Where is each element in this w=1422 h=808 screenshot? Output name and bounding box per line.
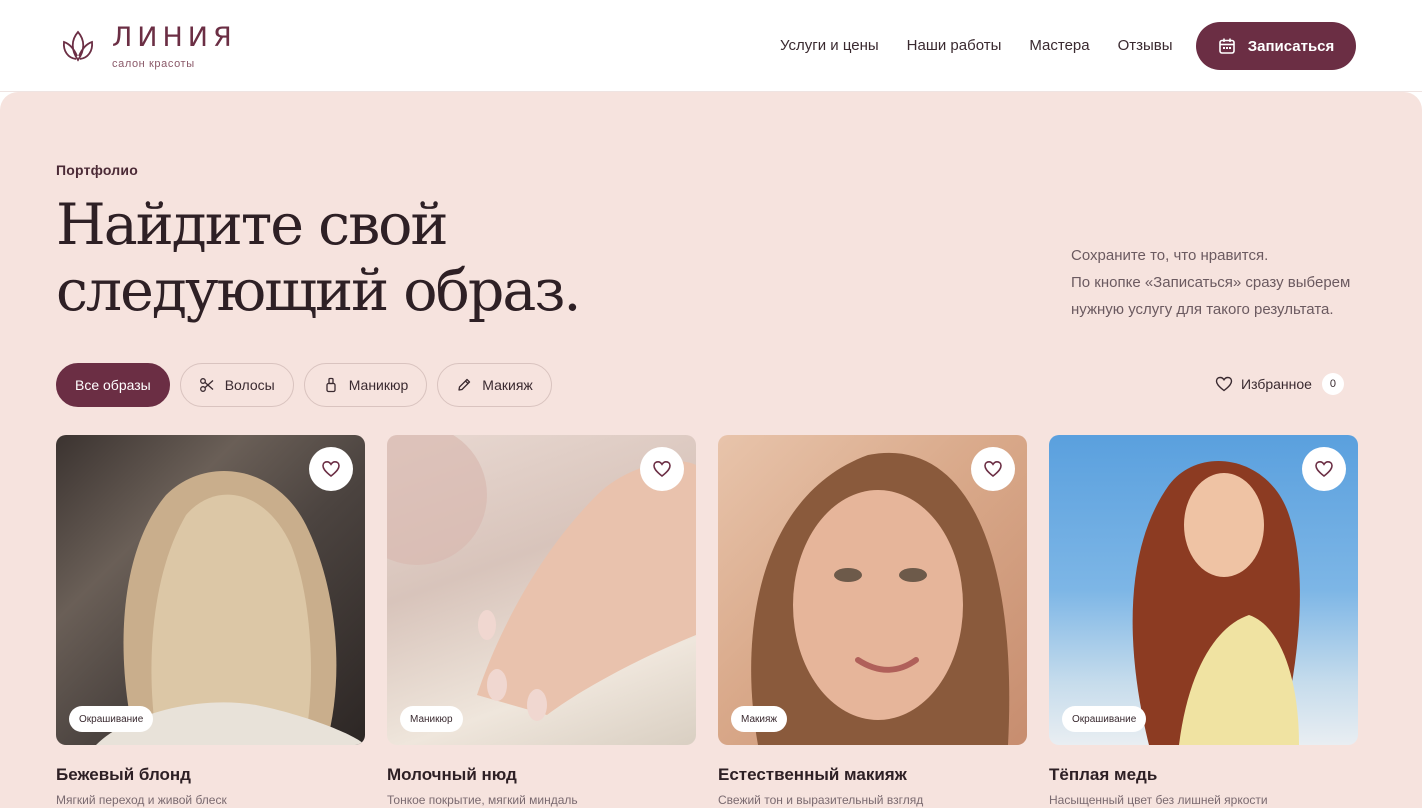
logo[interactable]: ЛИНИЯ салон красоты: [60, 24, 237, 70]
portfolio-card[interactable]: Макияж Естественный макияж Свежий тон и …: [718, 435, 1027, 807]
favorites-link[interactable]: Избранное 0: [1215, 373, 1344, 395]
card-title: Тёплая медь: [1049, 765, 1158, 784]
filter-manicure[interactable]: Маникюр: [303, 363, 428, 407]
site-header: ЛИНИЯ салон красоты Услуги и цены Наши р…: [0, 0, 1422, 92]
card-title: Бежевый блонд: [56, 765, 191, 784]
card-title: Естественный макияж: [718, 765, 907, 784]
heart-icon: [653, 460, 671, 478]
favorite-button[interactable]: [640, 447, 684, 491]
pencil-icon: [458, 378, 471, 391]
section-eyebrow: Портфолио: [56, 162, 138, 178]
portfolio-section: Портфолио Найдите свой следующий образ. …: [0, 92, 1422, 808]
category-tag: Окрашивание: [69, 706, 154, 732]
card-photo: Окрашивание: [56, 435, 365, 745]
intro-text: Сохраните то, что нравится. По кнопке «З…: [1071, 242, 1371, 323]
nav-works[interactable]: Наши работы: [907, 36, 1002, 56]
card-description: Тонкое покрытие, мягкий миндаль: [387, 793, 578, 807]
filter-makeup[interactable]: Макияж: [437, 363, 552, 407]
filter-hair[interactable]: Волосы: [179, 363, 294, 407]
filter-all-label: Все образы: [75, 377, 151, 393]
card-description: Мягкий переход и живой блеск: [56, 793, 227, 807]
lotus-logo-icon: [63, 30, 93, 62]
card-photo: Маникюр: [387, 435, 696, 745]
heart-icon: [1315, 460, 1333, 478]
portfolio-card[interactable]: Маникюр Молочный нюд Тонкое покрытие, мя…: [387, 435, 696, 807]
nav-services[interactable]: Услуги и цены: [780, 36, 879, 56]
intro-line1: Сохраните то, что нравится.: [1071, 247, 1269, 264]
heart-icon: [1215, 376, 1233, 392]
filter-hair-label: Волосы: [224, 377, 275, 393]
card-photo: Макияж: [718, 435, 1027, 745]
heart-icon: [322, 460, 340, 478]
card-description: Свежий тон и выразительный взгляд: [718, 793, 924, 807]
filter-makeup-label: Макияж: [482, 377, 533, 393]
intro-line2: По кнопке «Записаться» сразу выберем: [1071, 274, 1351, 291]
filter-chips: Все образы Волосы Маникюр Макияж: [56, 363, 562, 407]
filter-manicure-label: Маникюр: [348, 377, 409, 393]
page-title-line1: Найдите свой: [56, 192, 448, 258]
card-photo: Окрашивание: [1049, 435, 1358, 745]
logo-subtitle: салон красоты: [112, 58, 195, 70]
favorite-button[interactable]: [971, 447, 1015, 491]
portfolio-card[interactable]: Окрашивание Тёплая медь Насыщенный цвет …: [1049, 435, 1358, 807]
heart-icon: [984, 460, 1002, 478]
favorite-button[interactable]: [1302, 447, 1346, 491]
card-description: Насыщенный цвет без лишней яркости: [1049, 793, 1268, 807]
category-tag: Окрашивание: [1062, 706, 1147, 732]
card-title: Молочный нюд: [387, 765, 517, 784]
book-button-label: Записаться: [1247, 37, 1335, 55]
category-tag: Макияж: [731, 706, 788, 732]
book-button[interactable]: Записаться: [1196, 22, 1356, 70]
favorites-count-badge: 0: [1321, 373, 1344, 395]
favorite-button[interactable]: [309, 447, 353, 491]
nav-reviews[interactable]: Отзывы: [1118, 36, 1173, 56]
nail-polish-icon: [326, 377, 336, 393]
logo-name: ЛИНИЯ: [112, 22, 237, 53]
page-title-line2: следующий образ.: [56, 258, 582, 324]
scissors-icon: [199, 378, 214, 392]
intro-line3: нужную услугу для такого результата.: [1071, 301, 1334, 318]
favorites-label: Избранное: [1241, 376, 1312, 392]
category-tag: Маникюр: [400, 706, 463, 732]
main-nav: Услуги и цены Наши работы Мастера Отзывы: [780, 36, 1201, 56]
portfolio-card[interactable]: Окрашивание Бежевый блонд Мягкий переход…: [56, 435, 365, 807]
page-title: Найдите свой следующий образ.: [56, 192, 676, 324]
calendar-icon: [1218, 38, 1235, 54]
filter-all[interactable]: Все образы: [56, 363, 170, 407]
portfolio-grid: Окрашивание Бежевый блонд Мягкий переход…: [56, 435, 1358, 807]
nav-masters[interactable]: Мастера: [1029, 36, 1089, 56]
